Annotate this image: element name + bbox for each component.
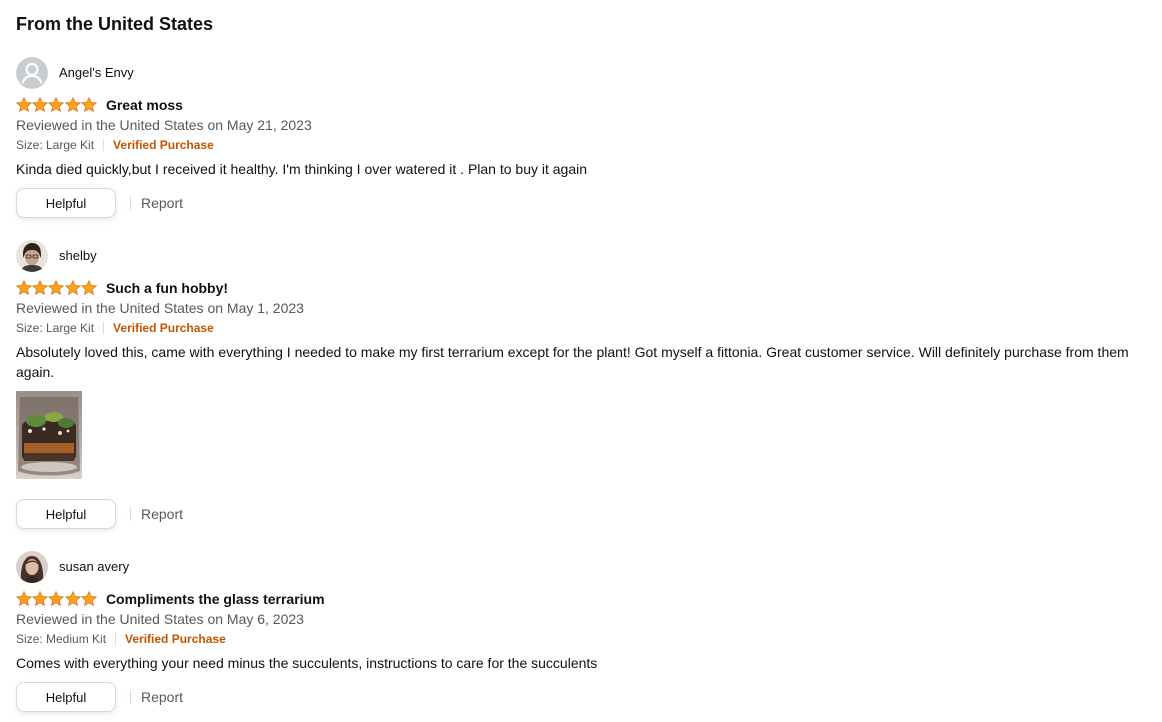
- product-size-link[interactable]: Size: Large Kit: [16, 135, 94, 155]
- star-icon: [16, 591, 32, 607]
- star-icon: [32, 280, 49, 296]
- review-actions: Helpful Report: [16, 188, 1146, 218]
- star-icon: [80, 591, 97, 607]
- star-icon: [32, 591, 49, 607]
- review-card: susan avery Compliments the glass terrar…: [16, 551, 1146, 712]
- review-title[interactable]: Great moss: [106, 95, 183, 115]
- review-title-row: Great moss: [16, 95, 1146, 115]
- review-body: Comes with everything your need minus th…: [16, 655, 598, 671]
- review-title[interactable]: Such a fun hobby!: [106, 278, 228, 298]
- star-icon: [16, 280, 32, 296]
- reviewer-profile[interactable]: susan avery: [16, 551, 1146, 583]
- reviews-page: From the United States Angel's Envy Grea…: [0, 0, 1162, 722]
- star-icon: [16, 97, 32, 113]
- review-date: Reviewed in the United States on May 1, …: [16, 300, 304, 316]
- star-icon: [48, 280, 65, 296]
- star-icon: [48, 97, 65, 113]
- reviewer-name: susan avery: [59, 559, 130, 574]
- verified-purchase-badge: Verified Purchase: [113, 321, 214, 335]
- star-icon: [64, 591, 81, 607]
- product-size-link[interactable]: Size: Medium Kit: [16, 629, 106, 649]
- reviewer-profile[interactable]: shelby: [16, 240, 1146, 272]
- review-body: Kinda died quickly,but I received it hea…: [16, 161, 588, 177]
- divider: [130, 507, 131, 521]
- review-card: shelby Such a fun hobby! Reviewed in the…: [16, 240, 1146, 529]
- review-title[interactable]: Compliments the glass terrarium: [106, 589, 325, 609]
- review-card: Angel's Envy Great moss Reviewed in the …: [16, 57, 1146, 218]
- report-link[interactable]: Report: [141, 506, 183, 522]
- section-title: From the United States: [16, 14, 214, 34]
- divider: [103, 322, 105, 334]
- review-meta: Size: Large Kit Verified Purchase: [16, 135, 1146, 155]
- divider: [103, 139, 105, 151]
- user-avatar: [16, 551, 48, 583]
- report-link[interactable]: Report: [141, 195, 183, 211]
- star-icon: [80, 97, 97, 113]
- user-avatar: [16, 240, 48, 272]
- review-body: Absolutely loved this, came with everyth…: [16, 344, 1129, 380]
- reviewer-profile[interactable]: Angel's Envy: [16, 57, 1146, 89]
- review-date: Reviewed in the United States on May 21,…: [16, 117, 312, 133]
- review-image-thumbnail[interactable]: [16, 391, 82, 479]
- star-icon: [80, 280, 97, 296]
- review-actions: Helpful Report: [16, 499, 1146, 529]
- review-title-row: Such a fun hobby!: [16, 278, 1146, 298]
- default-avatar-icon: [16, 57, 48, 89]
- helpful-button[interactable]: Helpful: [16, 499, 116, 529]
- review-date: Reviewed in the United States on May 6, …: [16, 611, 304, 627]
- star-icon: [32, 97, 49, 113]
- review-title-row: Compliments the glass terrarium: [16, 589, 1146, 609]
- review-meta: Size: Medium Kit Verified Purchase: [16, 629, 1146, 649]
- review-meta: Size: Large Kit Verified Purchase: [16, 318, 1146, 338]
- review-actions: Helpful Report: [16, 682, 1146, 712]
- star-rating[interactable]: [16, 280, 97, 296]
- divider: [130, 690, 131, 704]
- star-icon: [48, 591, 65, 607]
- star-rating[interactable]: [16, 97, 97, 113]
- helpful-button[interactable]: Helpful: [16, 682, 116, 712]
- helpful-button[interactable]: Helpful: [16, 188, 116, 218]
- reviewer-name: shelby: [59, 248, 97, 263]
- star-icon: [64, 280, 81, 296]
- report-link[interactable]: Report: [141, 689, 183, 705]
- divider: [115, 633, 117, 645]
- star-rating[interactable]: [16, 591, 97, 607]
- star-icon: [64, 97, 81, 113]
- verified-purchase-badge: Verified Purchase: [113, 138, 214, 152]
- reviewer-name: Angel's Envy: [59, 65, 134, 80]
- verified-purchase-badge: Verified Purchase: [125, 632, 226, 646]
- product-size-link[interactable]: Size: Large Kit: [16, 318, 94, 338]
- divider: [130, 196, 131, 210]
